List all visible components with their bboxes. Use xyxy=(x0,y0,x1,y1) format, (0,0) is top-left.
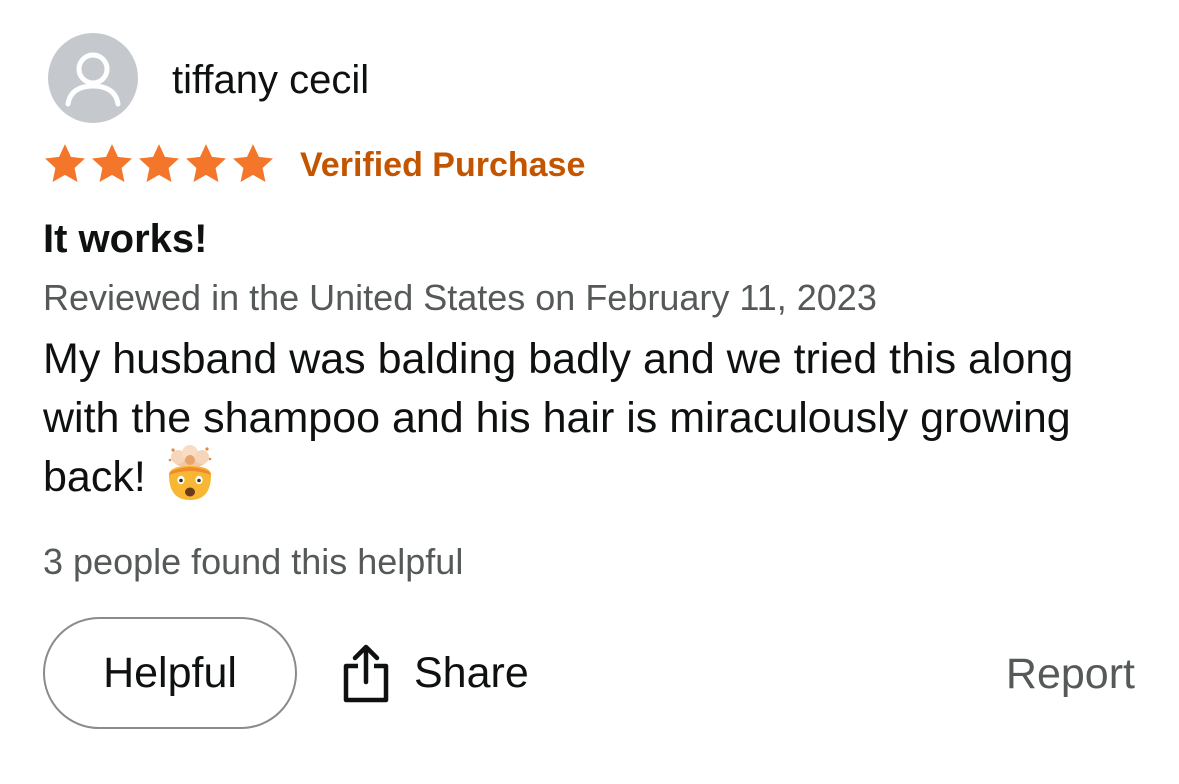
star-icon xyxy=(183,141,229,187)
star-icon xyxy=(89,141,135,187)
reviewer-name[interactable]: tiffany cecil xyxy=(172,56,369,104)
default-user-avatar-icon[interactable] xyxy=(48,33,138,123)
star-rating[interactable] xyxy=(42,141,276,187)
helpful-count: 3 people found this helpful xyxy=(43,541,464,582)
share-button[interactable]: Share xyxy=(342,640,529,706)
review-date: Reviewed in the United States on Februar… xyxy=(43,277,877,318)
verified-purchase-badge[interactable]: Verified Purchase xyxy=(300,145,585,185)
review-body: My husband was balding badly and we trie… xyxy=(43,330,1143,507)
star-icon xyxy=(42,141,88,187)
helpful-button[interactable]: Helpful xyxy=(43,617,297,729)
customer-review: tiffany cecil Verified Purchase It works… xyxy=(0,0,1179,784)
star-icon xyxy=(136,141,182,187)
review-title: It works! xyxy=(43,217,208,261)
share-label: Share xyxy=(414,648,529,697)
star-icon xyxy=(230,141,276,187)
exploding-head-emoji-icon xyxy=(160,444,220,505)
report-link[interactable]: Report xyxy=(1006,648,1135,700)
share-icon xyxy=(342,642,390,704)
